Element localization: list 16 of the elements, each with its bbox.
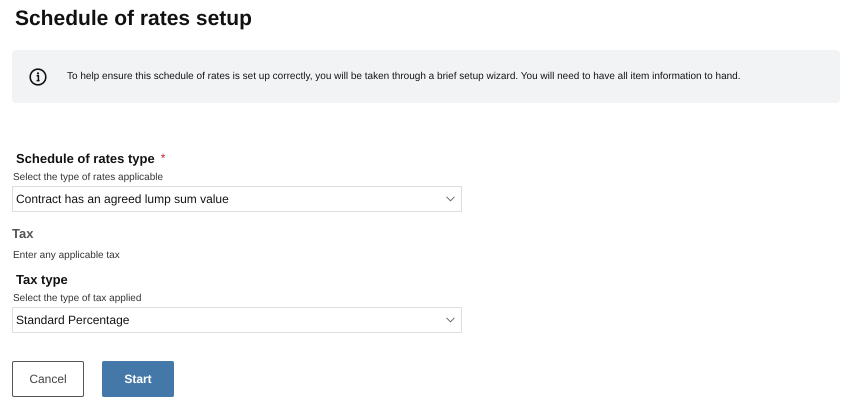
info-text: To help ensure this schedule of rates is set up correctly, you will be taken through a brief setup wizard. You will need to have all item information to hand.	[67, 71, 741, 82]
cancel-button[interactable]: Cancel	[12, 361, 84, 397]
section-hint: Enter any applicable tax	[12, 250, 121, 261]
info-icon	[29, 68, 47, 86]
required-marker: *	[160, 151, 166, 165]
field-hint: Select the type of tax applied	[12, 293, 142, 304]
start-button[interactable]: Start	[102, 361, 174, 397]
field-label: Tax type	[16, 272, 68, 286]
section-heading: Tax	[12, 226, 34, 241]
field-label: Schedule of rates type	[16, 150, 155, 166]
chevron-down-icon	[446, 196, 455, 202]
chevron-down-icon	[446, 317, 455, 323]
select-field[interactable]: Contract has an agreed lump sum value	[12, 186, 462, 212]
select-field[interactable]: Standard Percentage	[12, 307, 462, 333]
page-title: Schedule of rates setup	[14, 6, 253, 32]
field-hint: Select the type of rates applicable	[12, 172, 164, 183]
